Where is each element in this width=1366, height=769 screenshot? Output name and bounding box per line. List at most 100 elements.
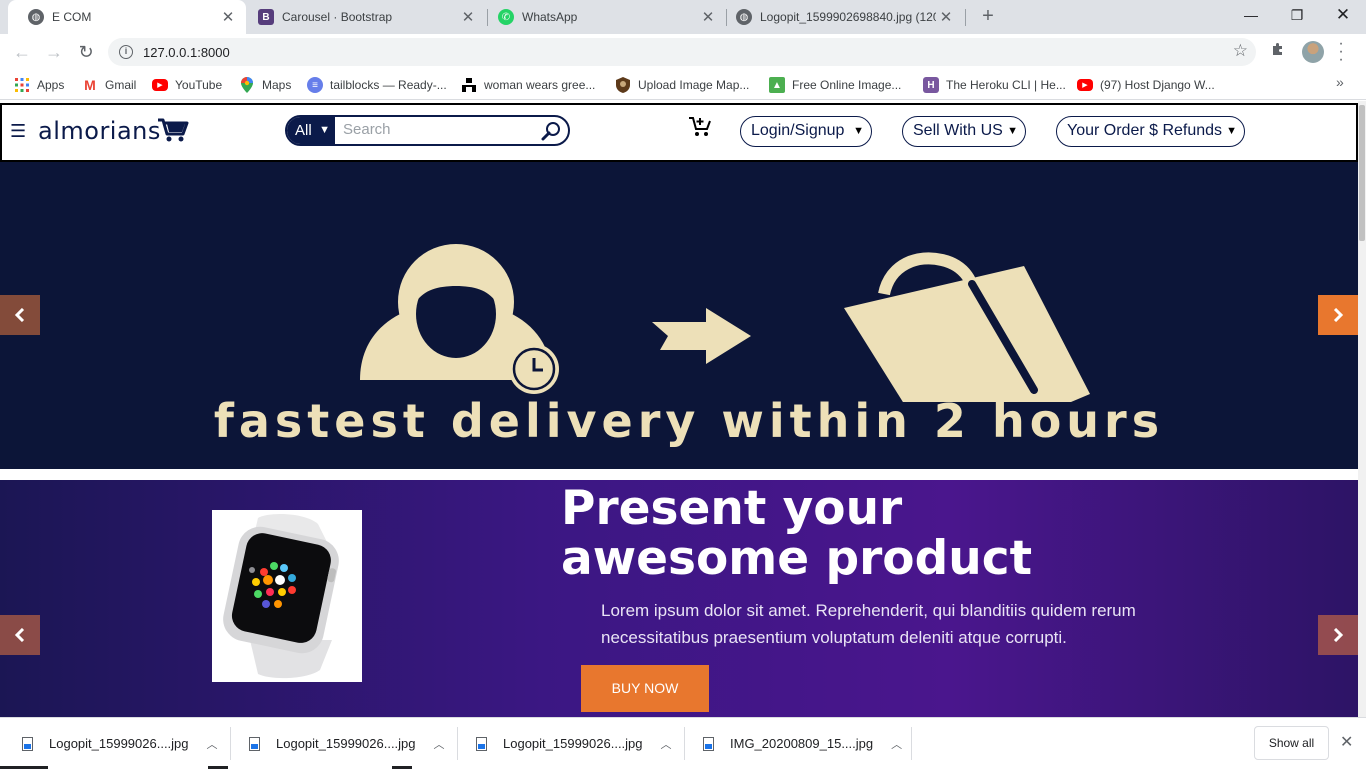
close-tab-icon[interactable]: ✕ [698, 8, 718, 26]
image-file-icon [703, 736, 714, 751]
logo-cart-icon [157, 117, 189, 148]
login-signup-select[interactable]: Login/Signup ▼ [740, 116, 872, 147]
chevron-right-icon [1333, 628, 1344, 642]
hero-title: Present your awesome product [561, 481, 1033, 586]
slide-headline: fastest delivery within 2 hours [213, 394, 1165, 448]
bookmark-heroku-cli[interactable]: H The Heroku CLI | He... [923, 75, 1066, 95]
chevron-down-icon: ▼ [1226, 125, 1237, 137]
tab-whatsapp[interactable]: ✆ WhatsApp ✕ [478, 0, 726, 34]
hero-description: Lorem ipsum dolor sit amet. Reprehenderi… [601, 601, 1136, 647]
chevron-down-icon: ▼ [319, 124, 330, 136]
chevron-up-icon[interactable]: ︿ [207, 736, 218, 752]
chevron-down-icon: ▼ [1007, 125, 1018, 137]
browser-menu-icon[interactable]: · · · [1336, 36, 1346, 68]
reload-button[interactable]: ↻ [74, 40, 98, 64]
chevron-up-icon[interactable]: ︿ [661, 736, 672, 752]
bookmark-host-django[interactable]: ▶ (97) Host Django W... [1077, 75, 1215, 95]
browser-toolbar: ← → ↻ i 127.0.0.1:8000 ☆ [0, 34, 1366, 70]
tab-strip: ◍ E COM ✕ B Carousel · Bootstrap ✕ ✆ Wha… [0, 0, 1366, 34]
add-to-cart-icon[interactable] [688, 116, 712, 143]
smartwatch-product-image [212, 510, 362, 682]
whatsapp-icon: ✆ [498, 9, 514, 25]
buy-now-button[interactable]: BUY NOW [581, 665, 709, 712]
bookmark-free-online-image[interactable]: ▲ Free Online Image... [769, 75, 901, 95]
chevron-left-icon [14, 308, 25, 322]
restore-button[interactable]: ❐ [1274, 0, 1320, 30]
forward-button[interactable]: → [42, 40, 66, 64]
download-item[interactable]: Logopit_15999026....jpg ︿ [454, 718, 680, 769]
bookmark-youtube[interactable]: ▶ YouTube [152, 75, 222, 95]
bootstrap-icon: B [258, 9, 274, 25]
bookmark-unsplash[interactable]: woman wears gree... [461, 75, 595, 95]
tab-logopit[interactable]: ◍ Logopit_1599902698840.jpg (1200 ✕ [716, 0, 964, 34]
tailblocks-icon: ≡ [307, 77, 323, 93]
chevron-up-icon[interactable]: ︿ [434, 736, 445, 752]
chevron-right-icon [1333, 308, 1344, 322]
download-item[interactable]: Logopit_15999026....jpg ︿ [0, 718, 226, 769]
heroku-icon: H [923, 77, 939, 93]
bookmark-apps[interactable]: Apps [14, 75, 64, 95]
youtube-icon: ▶ [1077, 79, 1093, 91]
downloads-bar: Logopit_15999026....jpg ︿ Logopit_159990… [0, 717, 1366, 769]
address-bar[interactable]: i 127.0.0.1:8000 ☆ [108, 38, 1256, 66]
image-file-icon [476, 736, 487, 751]
new-tab-button[interactable]: + [976, 5, 1000, 29]
close-tab-icon[interactable]: ✕ [218, 8, 238, 26]
globe-icon: ◍ [736, 9, 752, 25]
product-carousel-slide: Present your awesome product Lorem ipsum… [0, 480, 1358, 717]
carousel-next-button[interactable] [1318, 295, 1358, 335]
download-item[interactable]: IMG_20200809_15....jpg ︿ [681, 718, 907, 769]
image-file-icon [22, 736, 33, 751]
tab-ecom[interactable]: ◍ E COM ✕ [8, 0, 246, 34]
extensions-puzzle-icon[interactable] [1270, 42, 1286, 63]
site-navbar: ☰ almorians All ▼ Search Login/Signup ▼ … [0, 103, 1358, 162]
image-icon: ▲ [769, 77, 785, 93]
profile-avatar[interactable] [1302, 41, 1324, 63]
search-input[interactable]: Search [343, 121, 391, 138]
bookmark-tailblocks[interactable]: ≡ tailblocks — Ready-... [307, 75, 447, 95]
hamburger-menu-icon[interactable]: ☰ [10, 121, 26, 142]
download-item[interactable]: Logopit_15999026....jpg ︿ [227, 718, 453, 769]
delivery-carousel-slide: fastest delivery within 2 hours [0, 162, 1358, 469]
gmail-icon: M [84, 77, 96, 93]
image-file-icon [249, 736, 260, 751]
sell-with-us-select[interactable]: Sell With US ▼ [902, 116, 1026, 147]
show-all-downloads-button[interactable]: Show all [1254, 726, 1329, 760]
close-tab-icon[interactable]: ✕ [936, 8, 956, 26]
bookmarks-overflow-icon[interactable]: » [1336, 74, 1344, 90]
scrollbar-thumb[interactable] [1359, 105, 1365, 241]
site-logo[interactable]: almorians [38, 117, 161, 145]
bookmark-gmail[interactable]: M Gmail [82, 75, 136, 95]
bookmark-maps[interactable]: Maps [239, 75, 291, 95]
search-bar: All ▼ Search [285, 115, 570, 146]
delivery-illustration [360, 244, 1090, 402]
url-text: 127.0.0.1:8000 [143, 44, 230, 60]
shield-icon [615, 77, 631, 93]
apps-grid-icon [14, 77, 30, 93]
web-page: ☰ almorians All ▼ Search Login/Signup ▼ … [0, 101, 1358, 717]
carousel-prev-button[interactable] [0, 615, 40, 655]
close-window-button[interactable]: ✕ [1320, 0, 1366, 30]
bookmark-upload-image-map[interactable]: Upload Image Map... [615, 75, 749, 95]
back-button[interactable]: ← [10, 40, 34, 64]
search-icon[interactable] [540, 120, 562, 144]
globe-icon: ◍ [28, 9, 44, 25]
maps-icon [239, 77, 255, 93]
youtube-icon: ▶ [152, 79, 168, 91]
orders-refunds-select[interactable]: Your Order $ Refunds ▼ [1056, 116, 1245, 147]
unsplash-icon [461, 77, 477, 93]
bookmark-star-icon[interactable]: ☆ [1233, 41, 1248, 61]
close-tab-icon[interactable]: ✕ [458, 8, 478, 26]
minimize-button[interactable]: — [1228, 0, 1274, 30]
tab-carousel-bootstrap[interactable]: B Carousel · Bootstrap ✕ [238, 0, 486, 34]
carousel-next-button[interactable] [1318, 615, 1358, 655]
chevron-up-icon[interactable]: ︿ [891, 736, 902, 752]
carousel-prev-button[interactable] [0, 295, 40, 335]
page-scrollbar[interactable] [1358, 101, 1366, 717]
site-info-icon[interactable]: i [119, 45, 133, 59]
close-downloads-icon[interactable]: ✕ [1340, 732, 1353, 752]
chevron-down-icon: ▼ [853, 125, 864, 137]
chevron-left-icon [14, 628, 25, 642]
search-category-select[interactable]: All ▼ [287, 117, 335, 144]
bookmarks-bar: Apps M Gmail ▶ YouTube Maps ≡ tailblocks… [0, 70, 1366, 100]
